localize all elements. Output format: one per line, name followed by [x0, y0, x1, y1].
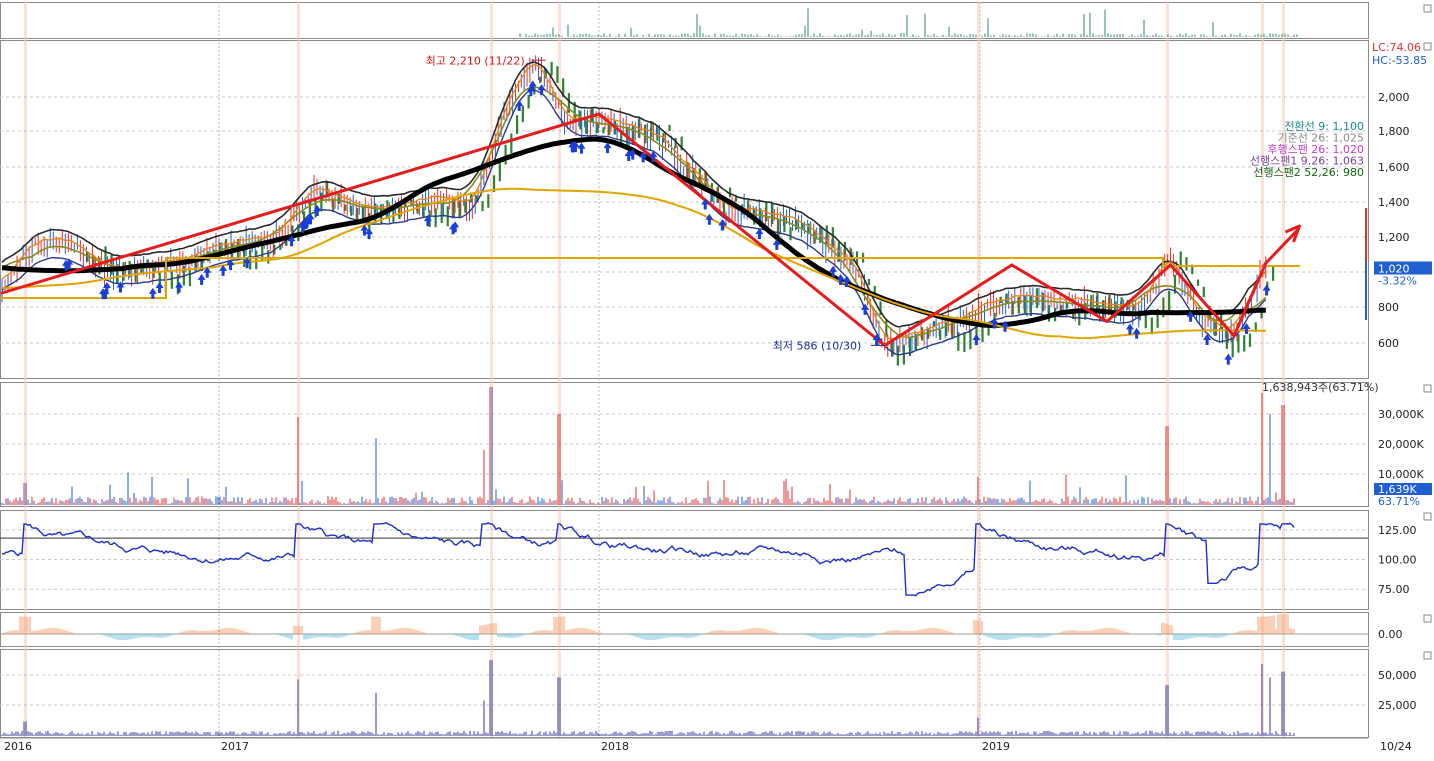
low-annotation: 최저 586 (10/30)	[773, 339, 862, 352]
current-change-label: -3.32%	[1378, 275, 1417, 288]
cloud-segment	[498, 162, 501, 182]
cloud-segment	[504, 144, 507, 165]
vol2-y-tick-label: 50,000	[1378, 669, 1417, 682]
price-y-tick-label: 600	[1378, 337, 1399, 350]
cloud-segment	[1260, 312, 1263, 319]
cloud-segment	[481, 201, 484, 212]
cloud-segment	[981, 325, 984, 343]
stock-chart: 2016 2017 2018 2019 10/24 2,000 1,800 1,600 1,40…	[0, 0, 1434, 757]
x-tick-label: 2019	[982, 740, 1010, 753]
cloud-segment	[539, 76, 542, 84]
cloud-segment	[1144, 314, 1147, 329]
volume-y-tick-label: 20,000K	[1378, 438, 1424, 451]
cloud-segment	[1231, 337, 1234, 358]
osc-y-tick-label: 75.00	[1378, 583, 1410, 596]
vol2-y-tick-label: 25,000	[1378, 699, 1417, 712]
price-y-tick-label: 1,600	[1378, 161, 1410, 174]
panel-close-button-macd	[1423, 614, 1432, 623]
price-y-tick-label: 800	[1378, 301, 1399, 314]
cloud-segment	[867, 279, 871, 286]
panel-close-button-top	[1423, 4, 1432, 13]
panel-close-button-price	[1423, 42, 1432, 51]
cloud-segment	[596, 123, 599, 134]
x-tick-label: 2017	[221, 740, 249, 753]
high-annotation: 최고 2,210 (11/22)	[426, 54, 525, 67]
x-tick-label: 2018	[601, 740, 629, 753]
cloud-segment	[320, 192, 323, 212]
cloud-segment	[440, 203, 443, 223]
cloud-segment	[963, 332, 966, 353]
cloud-segment	[267, 250, 270, 264]
cloud-segment	[1243, 335, 1246, 352]
price-y-tick-label: 1,800	[1378, 125, 1410, 138]
volume-current-pct: 63.71%	[1378, 495, 1420, 508]
cloud-segment	[668, 124, 671, 132]
volume-y-tick-label: 10,000K	[1378, 468, 1424, 481]
chart-canvas: 2016 2017 2018 2019 10/24 2,000 1,800 1,600 1,40…	[0, 0, 1434, 757]
x-tick-label: 2016	[4, 740, 32, 753]
x-right-label: 10/24	[1380, 740, 1412, 753]
cloud-segment	[458, 201, 461, 219]
cloud-segment	[510, 133, 513, 154]
osc-y-tick-label: 125.00	[1378, 524, 1417, 537]
cloud-segment	[728, 187, 732, 198]
cloud-segment	[789, 226, 792, 241]
volume-y-tick-label: 30,000K	[1378, 408, 1424, 421]
cloud-segment	[1271, 266, 1275, 281]
cloud-segment	[1237, 334, 1240, 353]
cloud-segment	[527, 95, 530, 109]
price-y-tick-label: 1,200	[1378, 231, 1410, 244]
price-y-tick-label: 1,400	[1378, 196, 1410, 209]
price-y-tick-label: 2,000	[1378, 91, 1410, 104]
hc-label: HC:-53.85	[1372, 54, 1428, 67]
cloud-segment	[249, 249, 252, 270]
cloud-segment	[1225, 328, 1228, 349]
volume-max-label: 1,638,943주(63.71%)	[1262, 381, 1379, 394]
cloud-segment	[556, 66, 559, 83]
lc-label: LC:74.06	[1372, 41, 1422, 54]
macd-y-tick-label: 0.00	[1378, 628, 1403, 641]
cloud-segment	[1248, 333, 1252, 347]
cloud-segment	[1202, 286, 1205, 298]
cloud-segment	[487, 194, 490, 208]
cloud-segment	[521, 105, 524, 123]
ichimoku-legend-item: 선행스팬2 52,26: 980	[1253, 166, 1364, 179]
cloud-segment	[1168, 290, 1171, 311]
cloud-segment	[1196, 279, 1200, 286]
panel-close-button-vol2	[1423, 651, 1432, 660]
osc-y-tick-label: 100.00	[1378, 554, 1417, 567]
panel-close-button-vol	[1423, 384, 1432, 393]
cloud-segment	[1185, 257, 1188, 271]
cloud-segment	[602, 127, 605, 134]
cloud-segment	[516, 115, 519, 134]
cloud-segment	[452, 199, 455, 219]
cloud-segment	[550, 61, 553, 76]
panel-close-button-osc	[1423, 512, 1432, 521]
